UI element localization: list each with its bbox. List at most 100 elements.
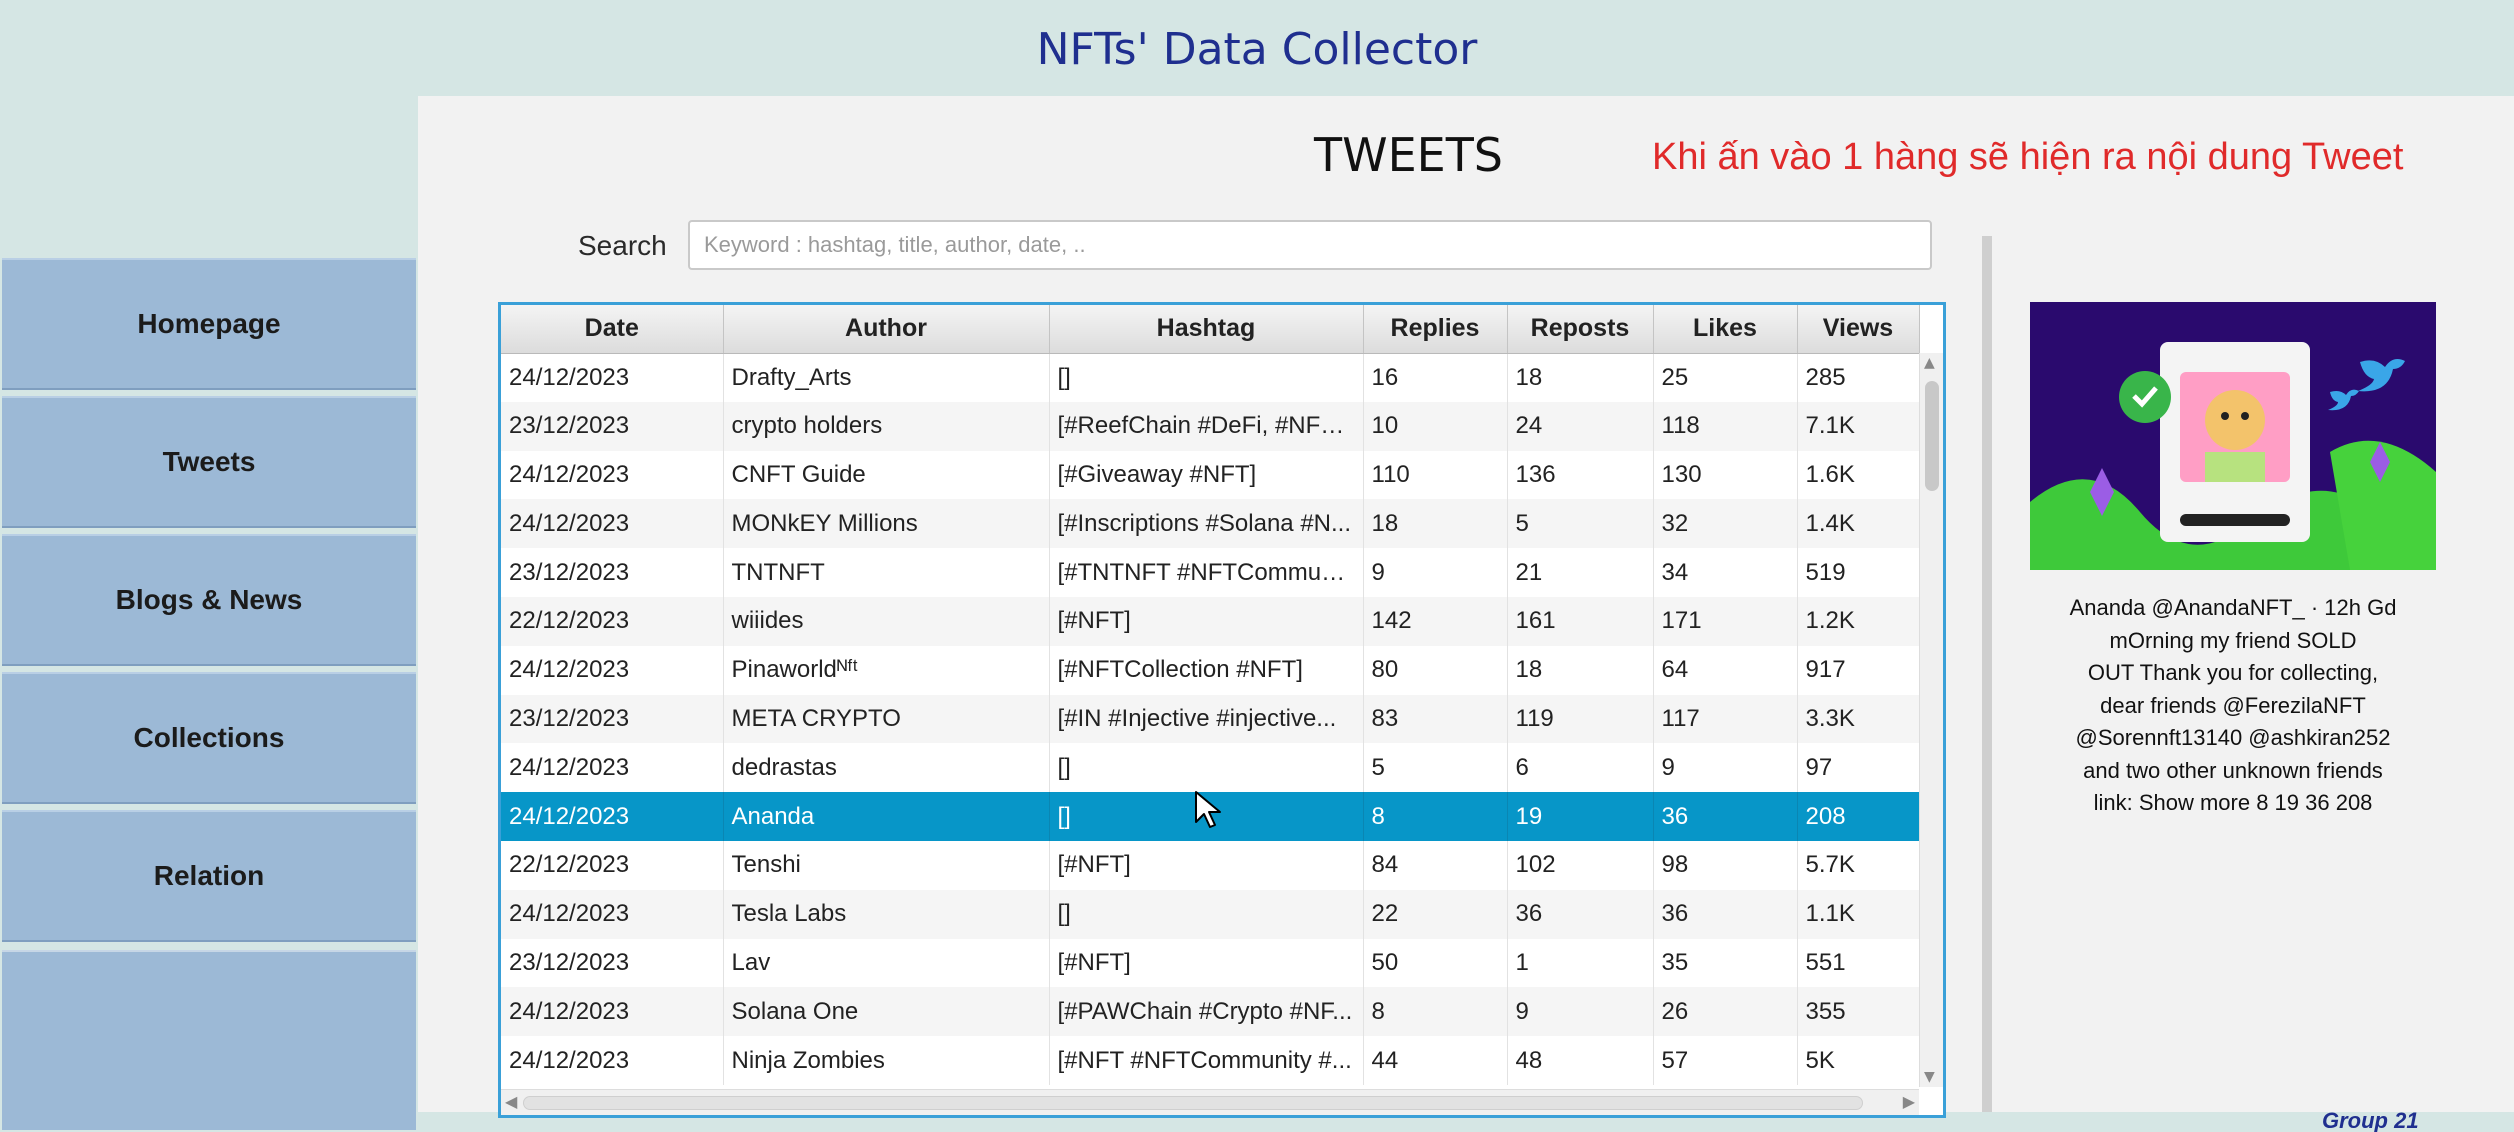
cell-author: wiiides bbox=[723, 596, 1050, 646]
cell-replies: 80 bbox=[1363, 645, 1508, 695]
cell-likes: 36 bbox=[1653, 792, 1798, 841]
table-row[interactable]: 23/12/2023 Lav [#NFT] 50 1 35 551 bbox=[501, 938, 1920, 988]
tweet-line: mOrning my friend SOLD bbox=[2109, 627, 2357, 653]
cell-hashtag: [#TNTNFT #NFTCommuni... bbox=[1049, 548, 1364, 597]
table-row[interactable]: 24/12/2023 Pinaworldᴺᶠᵗ [#NFTCollection #N… bbox=[501, 645, 1920, 695]
cell-views: 551 bbox=[1797, 938, 1920, 988]
cell-hashtag: [#PAWChain #Crypto #NF... bbox=[1049, 987, 1364, 1037]
vertical-scrollbar[interactable]: ▲ ▼ bbox=[1919, 353, 1943, 1087]
table-row[interactable]: 24/12/2023 Ninja Zombies [#NFT #NFTCommuni… bbox=[501, 1036, 1920, 1085]
nav-collections-button[interactable]: Collections bbox=[2, 672, 416, 804]
footer-credit: Group 21 bbox=[2322, 1108, 2419, 1132]
table-row[interactable]: 24/12/2023 MONkEY Millions [#Inscriptions … bbox=[501, 499, 1920, 549]
cell-likes: 9 bbox=[1653, 743, 1798, 793]
table-row[interactable]: 23/12/2023 TNTNFT [#TNTNFT #NFTCommuni... 9… bbox=[501, 548, 1920, 597]
cell-date: 24/12/2023 bbox=[501, 743, 724, 793]
cell-hashtag: [] bbox=[1049, 889, 1364, 939]
column-header-author[interactable]: Author bbox=[723, 305, 1050, 354]
cell-date: 24/12/2023 bbox=[501, 499, 724, 549]
cell-hashtag: [] bbox=[1049, 353, 1364, 402]
cell-replies: 18 bbox=[1363, 499, 1508, 549]
cell-views: 208 bbox=[1797, 792, 1920, 841]
table-row[interactable]: 23/12/2023 META CRYPTO [#IN #Injective #in… bbox=[501, 694, 1920, 744]
table-row[interactable]: 24/12/2023 dedrastas[] 5 6 9 97 bbox=[501, 743, 1920, 793]
scroll-down-icon[interactable]: ▼ bbox=[1924, 1069, 1935, 1085]
cell-views: 1.1K bbox=[1797, 889, 1920, 939]
cell-reposts: 119 bbox=[1507, 694, 1654, 744]
table-row[interactable]: 24/12/2023 Solana One [#PAWChain #Crypto #… bbox=[501, 987, 1920, 1037]
page-title: TWEETS bbox=[1314, 128, 1504, 182]
column-header-views[interactable]: Views bbox=[1797, 305, 1920, 354]
cell-likes: 25 bbox=[1653, 353, 1798, 402]
cell-views: 1.2K bbox=[1797, 596, 1920, 646]
cell-views: 5.7K bbox=[1797, 840, 1920, 890]
search-label: Search bbox=[578, 230, 667, 261]
cell-views: 1.4K bbox=[1797, 499, 1920, 549]
scroll-up-icon[interactable]: ▲ bbox=[1924, 355, 1935, 371]
tweet-line: dear friends @FerezilaNFT bbox=[2100, 692, 2366, 718]
table-row[interactable]: 24/12/2023 Drafty_Arts[] 16 18 25 285 bbox=[501, 353, 1920, 402]
scroll-right-icon[interactable]: ▶ bbox=[1903, 1092, 1915, 1111]
cell-likes: 130 bbox=[1653, 450, 1798, 500]
cell-reposts: 6 bbox=[1507, 743, 1654, 793]
cell-date: 24/12/2023 bbox=[501, 450, 724, 500]
column-header-reposts[interactable]: Reposts bbox=[1507, 305, 1654, 354]
cell-reposts: 19 bbox=[1507, 792, 1654, 841]
horizontal-scrollbar[interactable]: ◀ ▶ bbox=[501, 1089, 1919, 1115]
column-header-hashtag[interactable]: Hashtag bbox=[1049, 305, 1364, 354]
cell-date: 24/12/2023 bbox=[501, 889, 724, 939]
cell-replies: 8 bbox=[1363, 792, 1508, 841]
cell-author: crypto holders bbox=[723, 401, 1050, 451]
cell-author: dedrastas bbox=[723, 743, 1050, 793]
table-row[interactable]: 24/12/2023 CNFT Guide [#Giveaway #NFT] 110 1… bbox=[501, 450, 1920, 500]
nav-relation-label: Relation bbox=[153, 860, 265, 891]
nav-tweets-button[interactable]: Tweets bbox=[2, 396, 416, 528]
cell-author: Solana One bbox=[723, 987, 1050, 1037]
cell-reposts: 24 bbox=[1507, 401, 1654, 451]
panel-splitter[interactable] bbox=[1982, 236, 1992, 1112]
cell-hashtag: [#NFT] bbox=[1049, 840, 1364, 890]
cell-replies: 83 bbox=[1363, 694, 1508, 744]
tweet-line: link: Show more 8 19 36 208 bbox=[2093, 790, 2373, 815]
column-header-date[interactable]: Date bbox=[501, 305, 724, 354]
cell-likes: 34 bbox=[1653, 548, 1798, 597]
cell-author: Tesla Labs bbox=[723, 889, 1050, 939]
nav-homepage-button[interactable]: Homepage bbox=[2, 258, 416, 390]
cell-date: 23/12/2023 bbox=[501, 548, 724, 597]
cell-views: 3.3K bbox=[1797, 694, 1920, 744]
scroll-left-icon[interactable]: ◀ bbox=[505, 1092, 517, 1111]
column-header-replies[interactable]: Replies bbox=[1363, 305, 1508, 354]
cell-reposts: 48 bbox=[1507, 1036, 1654, 1085]
cell-date: 22/12/2023 bbox=[501, 840, 724, 890]
cell-author: CNFT Guide bbox=[723, 450, 1050, 500]
cell-replies: 5 bbox=[1363, 743, 1508, 793]
table-row[interactable]: 24/12/2023 Tesla Labs[] 22 36 36 1.1K bbox=[501, 889, 1920, 939]
nav-relation-button[interactable]: Relation bbox=[2, 810, 416, 942]
table-header-row: Date Author Hashtag Replies Reposts Like… bbox=[501, 305, 1920, 354]
cell-views: 519 bbox=[1797, 548, 1920, 597]
table-row[interactable]: 22/12/2023 wiiides [#NFT] 142 161 171 1.2K bbox=[501, 596, 1920, 646]
horizontal-scroll-thumb[interactable] bbox=[523, 1096, 1863, 1110]
table-row[interactable]: 22/12/2023 Tenshi [#NFT] 84 102 98 5.7K bbox=[501, 840, 1920, 890]
cell-reposts: 136 bbox=[1507, 450, 1654, 500]
cell-likes: 35 bbox=[1653, 938, 1798, 988]
nav-blogs-news-button[interactable]: Blogs & News bbox=[2, 534, 416, 666]
cell-reposts: 9 bbox=[1507, 987, 1654, 1037]
cell-replies: 110 bbox=[1363, 450, 1508, 500]
cell-date: 23/12/2023 bbox=[501, 938, 724, 988]
table-row[interactable]: 23/12/2023 crypto holders [#ReefChain #DeF… bbox=[501, 401, 1920, 451]
cell-author: META CRYPTO bbox=[723, 694, 1050, 744]
cell-date: 24/12/2023 bbox=[501, 987, 724, 1037]
cell-author: Lav bbox=[723, 938, 1050, 988]
vertical-scroll-thumb[interactable] bbox=[1925, 381, 1939, 491]
tweet-line: and two other unknown friends bbox=[2083, 757, 2383, 783]
cell-likes: 98 bbox=[1653, 840, 1798, 890]
search-input[interactable] bbox=[688, 220, 1932, 270]
cell-views: 1.6K bbox=[1797, 450, 1920, 500]
cell-views: 7.1K bbox=[1797, 401, 1920, 451]
cell-views: 917 bbox=[1797, 645, 1920, 695]
cell-hashtag: [#Giveaway #NFT] bbox=[1049, 450, 1364, 500]
cell-author: MONkEY Millions bbox=[723, 499, 1050, 549]
cell-replies: 50 bbox=[1363, 938, 1508, 988]
column-header-likes[interactable]: Likes bbox=[1653, 305, 1798, 354]
